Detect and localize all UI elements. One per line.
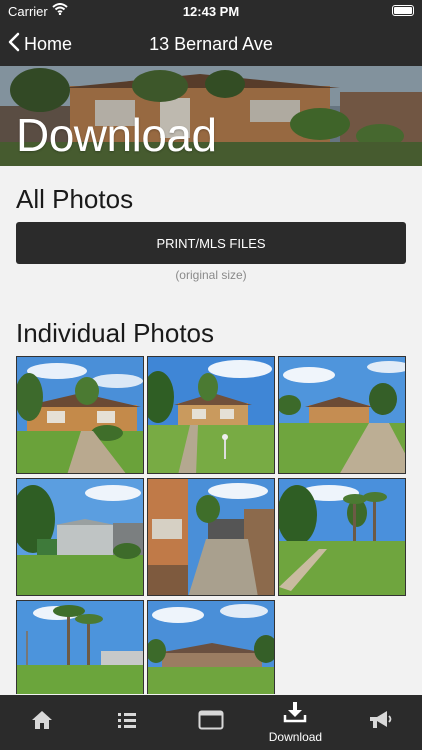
house-photo-image	[17, 357, 143, 473]
status-time: 12:43 PM	[182, 4, 240, 19]
garden-photo-image	[279, 479, 405, 595]
tab-download[interactable]: Download	[253, 695, 337, 750]
tab-home[interactable]	[0, 695, 84, 750]
tab-list[interactable]	[84, 695, 168, 750]
photo-thumbnail-2[interactable]	[147, 356, 275, 474]
backyard-photo-image	[17, 601, 143, 694]
yard-photo-image	[17, 479, 143, 595]
tab-bar: Download	[0, 695, 422, 750]
download-icon	[283, 701, 307, 728]
house-photo-image	[279, 357, 405, 473]
tab-announcements[interactable]	[338, 695, 422, 750]
photo-grid	[16, 356, 408, 694]
house-photo-image	[148, 357, 274, 473]
browser-icon	[198, 710, 224, 735]
print-mls-files-button[interactable]: PRINT/MLS FILES	[16, 222, 406, 264]
photo-thumbnail-8[interactable]	[147, 600, 275, 694]
navigation-bar: Home 13 Bernard Ave	[0, 22, 422, 66]
status-bar: Carrier 12:43 PM	[0, 0, 422, 22]
photo-thumbnail-6[interactable]	[278, 478, 406, 596]
original-size-caption: (original size)	[175, 268, 247, 282]
photo-thumbnail-4[interactable]	[16, 478, 144, 596]
hero-title: Download	[16, 109, 217, 161]
battery-icon	[392, 5, 414, 16]
photo-thumbnail-1[interactable]	[16, 356, 144, 474]
megaphone-icon	[367, 709, 393, 736]
backyard-photo-image	[148, 601, 274, 694]
hero-banner: Download	[0, 66, 422, 166]
tab-browser[interactable]	[169, 695, 253, 750]
home-icon	[30, 709, 54, 736]
individual-photos-heading: Individual Photos	[16, 318, 215, 348]
photo-thumbnail-3[interactable]	[278, 356, 406, 474]
photo-thumbnail-5[interactable]	[147, 478, 275, 596]
tab-download-label: Download	[268, 730, 323, 744]
page-title: 13 Bernard Ave	[149, 34, 273, 54]
photo-thumbnail-7[interactable]	[16, 600, 144, 694]
all-photos-heading: All Photos	[16, 184, 134, 214]
side-path-photo-image	[148, 479, 274, 595]
list-icon	[116, 711, 138, 734]
